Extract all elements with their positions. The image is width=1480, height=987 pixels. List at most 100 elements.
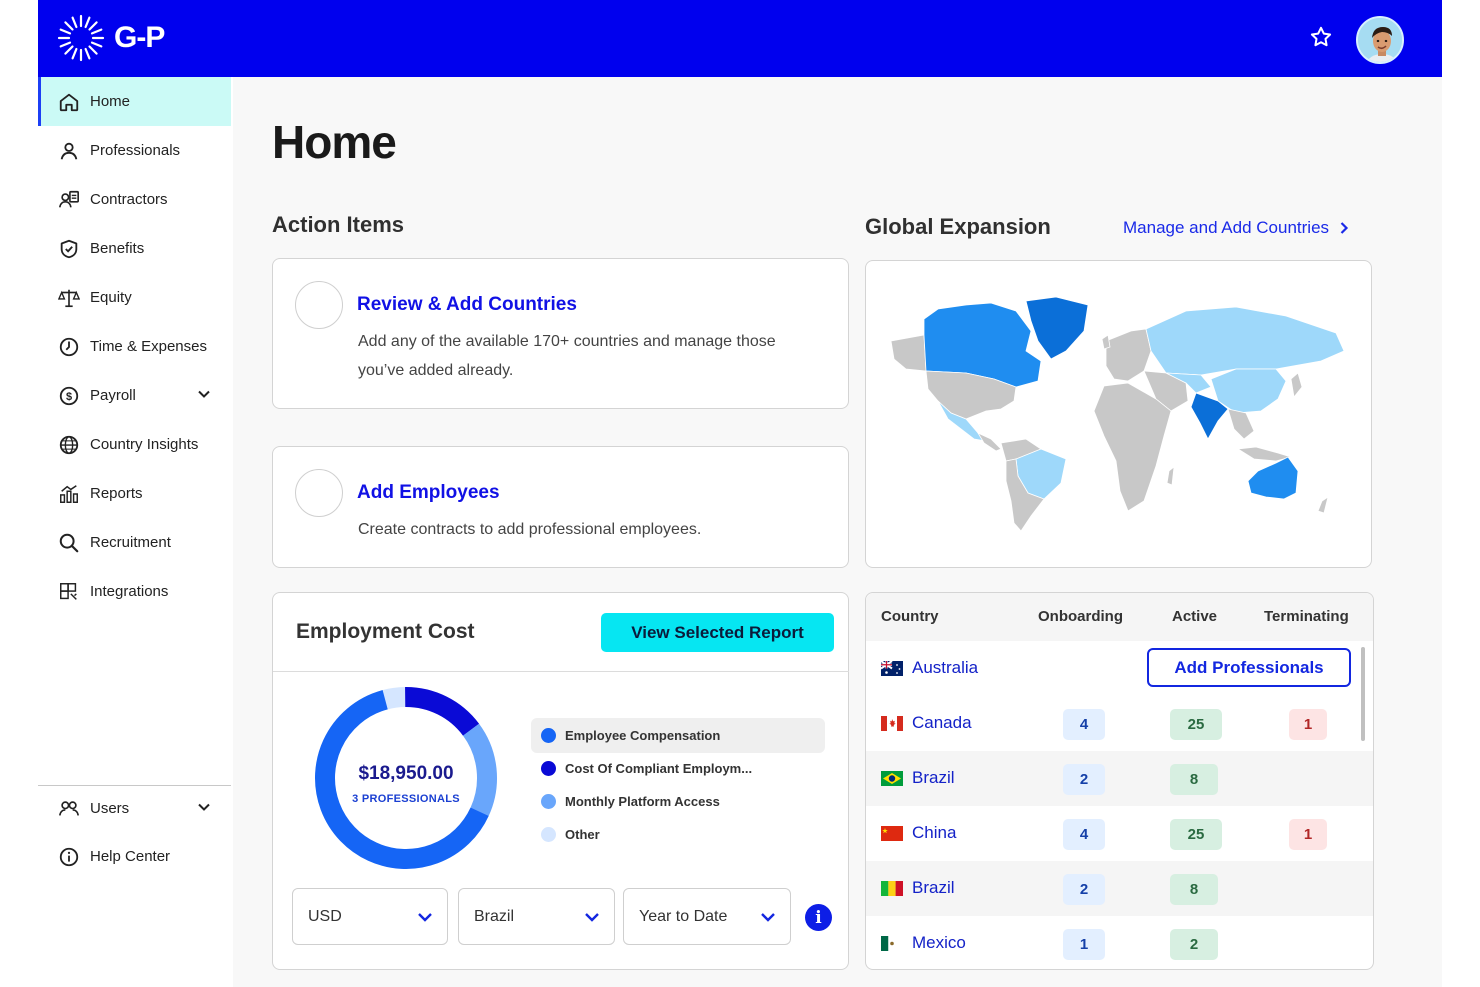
table-row: Canada 4 25 1 (866, 696, 1373, 751)
card-description-line: Add any of the available 170+ countries … (358, 333, 776, 350)
legend-label: Other (565, 827, 600, 842)
sidebar-item-country-insights[interactable]: Country Insights (38, 420, 231, 469)
sidebar-item-label: Benefits (90, 240, 145, 257)
sidebar-item-benefits[interactable]: Benefits (38, 224, 231, 273)
donut-center-label: $18,950.00 3 PROFESSIONALS (311, 763, 501, 805)
country-select[interactable]: Brazil (458, 888, 615, 945)
sidebar-item-recruitment[interactable]: Recruitment (38, 518, 231, 567)
manage-countries-link[interactable]: Manage and Add Countries (1123, 218, 1349, 238)
top-bar: G-P (38, 0, 1442, 77)
sidebar-item-label: Recruitment (90, 534, 171, 551)
legend-dot (541, 728, 556, 743)
sunburst-icon (57, 14, 105, 62)
contractor-icon (57, 188, 81, 212)
action-items-heading: Action Items (272, 212, 405, 237)
shield-icon (57, 237, 81, 261)
country-link[interactable]: Mexico (912, 933, 966, 953)
australia-flag-icon (881, 661, 903, 676)
onboarding-count[interactable]: 4 (1063, 819, 1105, 850)
active-count[interactable]: 25 (1170, 709, 1222, 740)
terminating-count[interactable]: 1 (1289, 819, 1327, 850)
world-map[interactable] (866, 261, 1373, 569)
currency-value: USD (308, 907, 342, 925)
legend-dot (541, 827, 556, 842)
legend-item[interactable]: Other (531, 817, 825, 852)
country-value: Brazil (474, 907, 515, 925)
page-title: Home (272, 116, 397, 168)
legend-label: Cost Of Compliant Employm... (565, 761, 753, 776)
currency-select[interactable]: USD (292, 888, 448, 945)
onboarding-count[interactable]: 4 (1063, 709, 1105, 740)
review-add-countries-link[interactable]: Review & Add Countries (357, 294, 577, 316)
period-value: Year to Date (639, 907, 728, 925)
sidebar-item-reports[interactable]: Reports (38, 469, 231, 518)
sidebar-item-payroll[interactable]: $ Payroll (38, 371, 231, 420)
employment-cost-card: Employment Cost View Selected Report $18… (272, 592, 849, 970)
brand-logo[interactable]: G-P (56, 13, 165, 63)
period-select[interactable]: Year to Date (623, 888, 791, 945)
onboarding-count[interactable]: 1 (1063, 929, 1105, 960)
chevron-down-icon[interactable] (197, 387, 211, 405)
sidebar-item-label: Users (90, 800, 130, 817)
sidebar-item-label: Country Insights (90, 436, 199, 453)
card-description-line: you’ve added already. (358, 362, 514, 379)
professionals-count: 3 PROFESSIONALS (352, 793, 460, 805)
legend-item[interactable]: Monthly Platform Access (531, 784, 825, 819)
country-link[interactable]: Australia (912, 658, 978, 678)
sidebar-item-label: Help Center (90, 848, 171, 865)
onboarding-count[interactable]: 2 (1063, 764, 1105, 795)
global-expansion-heading: Global Expansion (865, 214, 1051, 239)
terminating-count[interactable]: 1 (1289, 709, 1327, 740)
onboarding-count[interactable]: 2 (1063, 874, 1105, 905)
add-employees-link[interactable]: Add Employees (357, 482, 500, 504)
sidebar-item-help-center[interactable]: Help Center (38, 832, 231, 881)
sidebar-item-label: Reports (90, 485, 143, 502)
country-link[interactable]: China (912, 823, 956, 843)
legend-item[interactable]: Employee Compensation (531, 718, 825, 753)
sidebar-item-contractors[interactable]: Contractors (38, 175, 231, 224)
country-link[interactable]: Brazil (912, 878, 955, 898)
country-link[interactable]: Canada (912, 713, 972, 733)
sidebar-item-equity[interactable]: Equity (38, 273, 231, 322)
countries-table: Country Onboarding Active Terminating Au… (865, 592, 1374, 970)
task-checkbox[interactable] (295, 469, 343, 517)
table-scrollbar[interactable] (1361, 647, 1365, 741)
chevron-down-icon[interactable] (197, 800, 211, 818)
active-count[interactable]: 25 (1170, 819, 1222, 850)
chevron-down-icon (761, 913, 775, 922)
card-description: Add any of the available 170+ countries … (358, 327, 776, 385)
active-count[interactable]: 8 (1170, 874, 1218, 905)
user-avatar[interactable] (1356, 16, 1404, 64)
manage-countries-label: Manage and Add Countries (1123, 218, 1330, 237)
chevron-down-icon (418, 913, 432, 922)
sidebar-item-integrations[interactable]: Integrations (38, 567, 231, 616)
task-checkbox[interactable] (295, 281, 343, 329)
sidebar-item-home[interactable]: Home (38, 77, 231, 126)
country-flag-icon (881, 881, 903, 896)
favorite-star-icon[interactable] (1308, 24, 1334, 50)
table-row: Mexico 1 2 (866, 916, 1373, 969)
legend-label: Monthly Platform Access (565, 794, 720, 809)
column-header-country: Country (881, 608, 939, 625)
logo-text: G-P (114, 21, 165, 54)
table-row: Brazil 2 8 (866, 861, 1373, 916)
country-link[interactable]: Brazil (912, 768, 955, 788)
active-count[interactable]: 2 (1170, 929, 1218, 960)
sidebar-item-users[interactable]: Users (38, 784, 231, 833)
home-icon (57, 90, 81, 114)
sidebar-item-label: Equity (90, 289, 132, 306)
sidebar-item-label: Time & Expenses (90, 338, 207, 355)
column-header-onboarding: Onboarding (1038, 608, 1123, 625)
info-icon[interactable]: i (805, 904, 832, 931)
sidebar-item-professionals[interactable]: Professionals (38, 126, 231, 175)
view-selected-report-button[interactable]: View Selected Report (601, 613, 834, 652)
sidebar-item-label: Professionals (90, 142, 181, 159)
active-count[interactable]: 8 (1170, 764, 1218, 795)
add-professionals-button[interactable]: Add Professionals (1147, 648, 1351, 687)
legend-item[interactable]: Cost Of Compliant Employm... (531, 751, 825, 786)
integrations-icon (57, 580, 81, 604)
action-card-add-employees: Add Employees Create contracts to add pr… (272, 446, 849, 568)
total-cost-amount: $18,950.00 (358, 763, 454, 784)
sidebar-item-time-expenses[interactable]: Time & Expenses (38, 322, 231, 371)
column-header-active: Active (1172, 608, 1218, 625)
